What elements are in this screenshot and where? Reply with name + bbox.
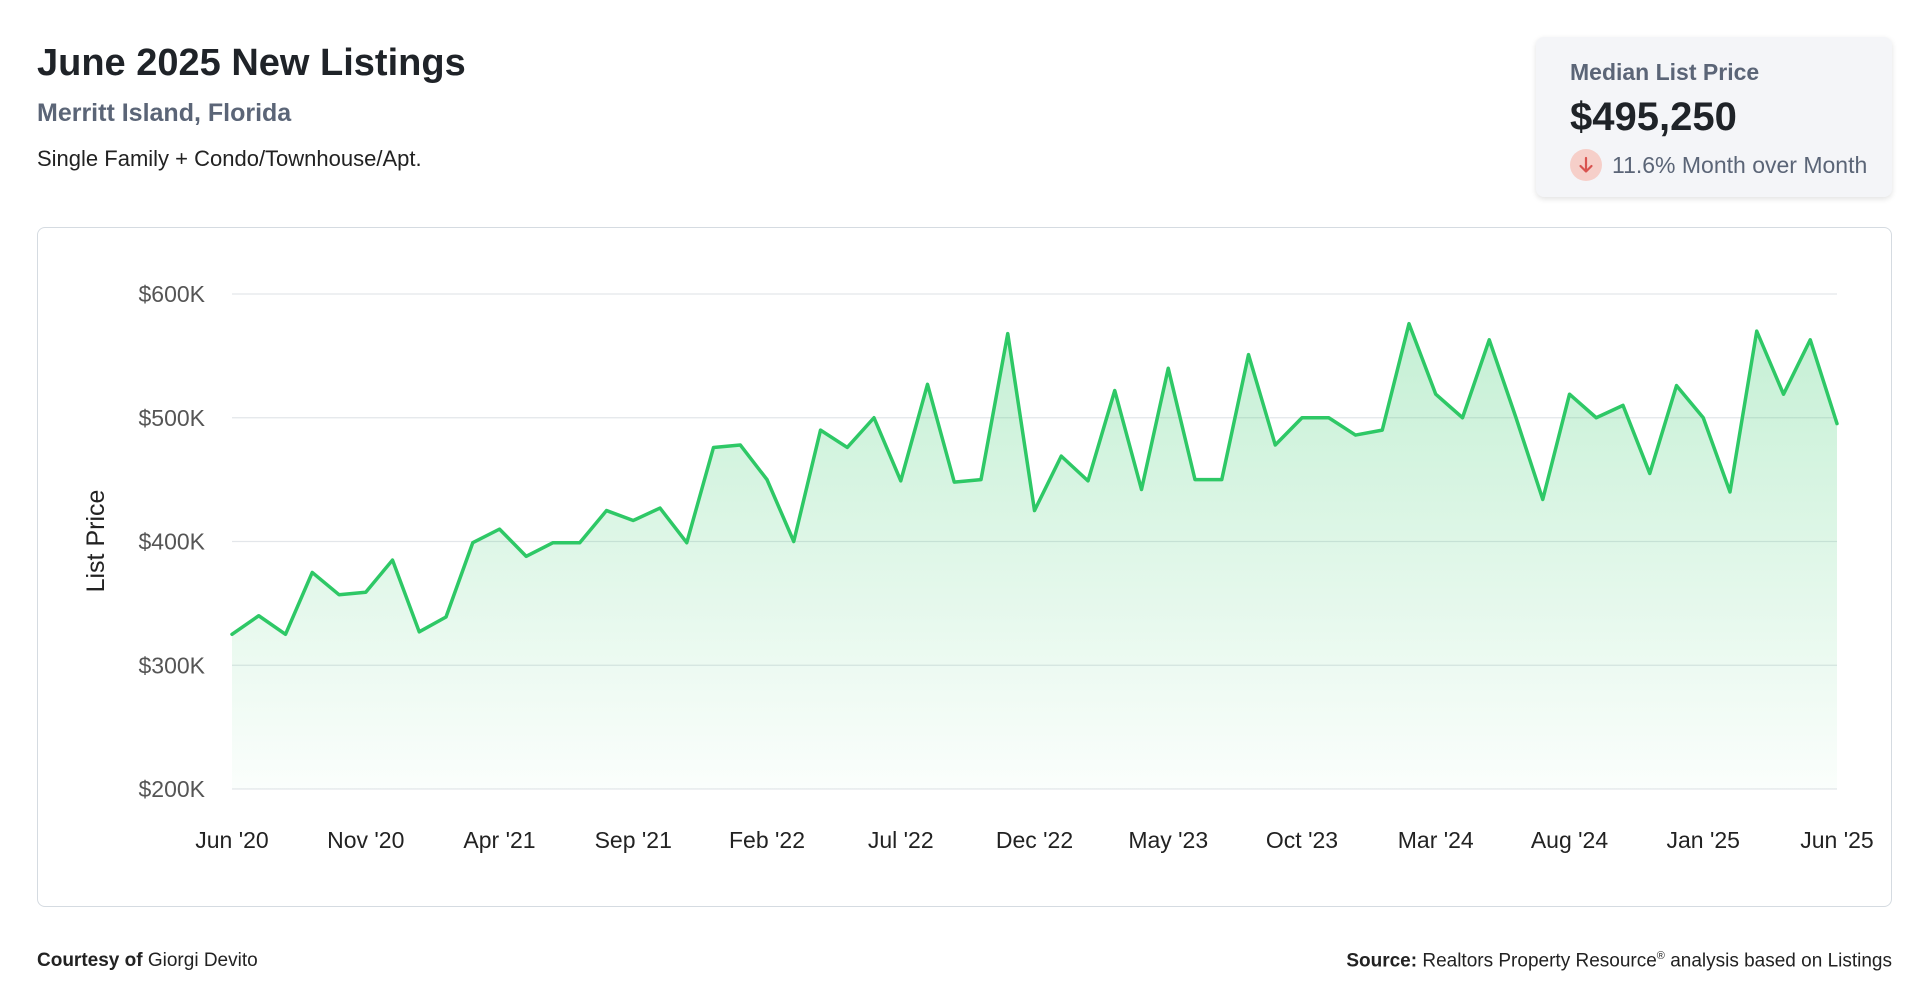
source-suffix: analysis based on Listings bbox=[1670, 950, 1892, 972]
kpi-value: $495,250 bbox=[1570, 95, 1737, 139]
courtesy-name: Giorgi Devito bbox=[147, 950, 258, 971]
source-label: Source: bbox=[1346, 950, 1418, 972]
x-tick-label: Feb '22 bbox=[729, 827, 805, 853]
page-title: June 2025 New Listings bbox=[37, 42, 466, 84]
chart-container: $200K $300K $400K $500K $600K List Price Jun '… bbox=[37, 227, 1892, 907]
x-tick-label: Jun '20 bbox=[195, 827, 268, 853]
x-tick-label: Jan '25 bbox=[1667, 827, 1740, 853]
registered-mark: ® bbox=[1656, 950, 1665, 962]
area-fill bbox=[232, 323, 1837, 789]
kpi-label: Median List Price bbox=[1570, 59, 1760, 85]
courtesy-footer: Courtesy of Giorgi Devito bbox=[37, 950, 258, 972]
y-axis-label: List Price bbox=[82, 490, 110, 593]
x-tick-label: Aug '24 bbox=[1531, 827, 1608, 853]
y-tick-label: $300K bbox=[138, 652, 205, 678]
x-tick-label: Apr '21 bbox=[463, 827, 535, 853]
y-tick-label: $600K bbox=[138, 281, 205, 307]
property-types-label: Single Family + Condo/Townhouse/Apt. bbox=[37, 146, 422, 171]
location-subtitle: Merritt Island, Florida bbox=[37, 99, 292, 127]
source-text: Realtors Property Resource bbox=[1422, 950, 1657, 972]
x-tick-label: Mar '24 bbox=[1398, 827, 1474, 853]
arrow-down-icon bbox=[1570, 149, 1602, 181]
x-tick-label: Sep '21 bbox=[595, 827, 672, 853]
kpi-change-text: 11.6% Month over Month bbox=[1612, 151, 1868, 178]
x-tick-label: Oct '23 bbox=[1266, 827, 1338, 853]
median-list-price-card: Median List Price $495,250 11.6% Month o… bbox=[1536, 37, 1892, 197]
y-tick-label: $500K bbox=[138, 405, 205, 431]
y-tick-label: $400K bbox=[138, 529, 205, 555]
list-price-chart: $200K $300K $400K $500K $600K List Price Jun '… bbox=[82, 281, 1874, 853]
source-footer: Source: Realtors Property Resource® anal… bbox=[1346, 950, 1892, 972]
x-tick-label: Nov '20 bbox=[327, 827, 404, 853]
x-tick-label: May '23 bbox=[1128, 827, 1208, 853]
courtesy-label: Courtesy of bbox=[37, 950, 143, 971]
x-tick-label: Dec '22 bbox=[996, 827, 1073, 853]
kpi-change: 11.6% Month over Month bbox=[1570, 149, 1867, 181]
y-tick-label: $200K bbox=[138, 776, 205, 802]
x-tick-label: Jun '25 bbox=[1800, 827, 1873, 853]
x-tick-label: Jul '22 bbox=[868, 827, 934, 853]
